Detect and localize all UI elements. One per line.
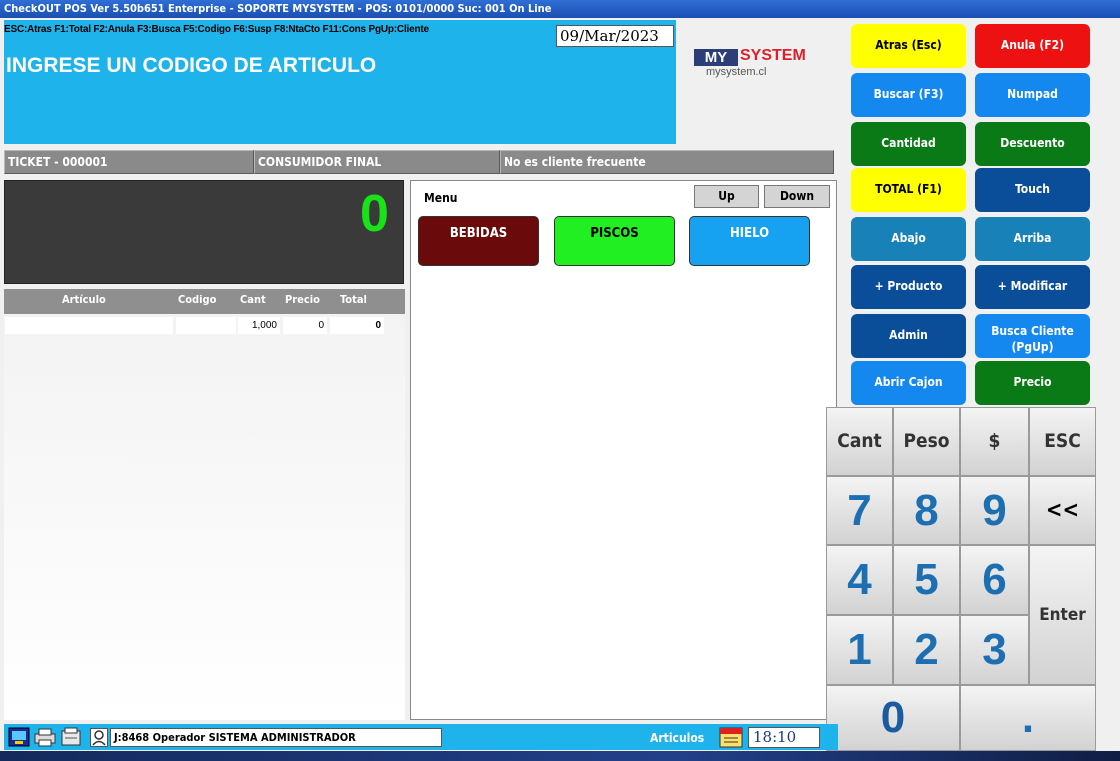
numpad-peso[interactable]: Peso: [893, 407, 960, 476]
items-grid[interactable]: [4, 314, 405, 720]
category-bebidas[interactable]: BEBIDAS: [418, 216, 539, 266]
numpad-cant[interactable]: Cant: [826, 407, 893, 476]
cell-total[interactable]: 0: [330, 317, 384, 334]
add-product-button[interactable]: + Producto: [851, 265, 966, 309]
col-total: Total: [340, 293, 367, 306]
numpad-1[interactable]: 1: [826, 615, 893, 685]
articulos-label: Articulos: [650, 731, 705, 745]
up-button[interactable]: Arriba: [975, 217, 1090, 261]
numpad-dollar[interactable]: $: [960, 407, 1029, 476]
cell-cant[interactable]: 1,000: [238, 317, 280, 334]
numpad-enter[interactable]: Enter: [1029, 545, 1096, 685]
menu-label: Menu: [424, 191, 458, 205]
numpad-2[interactable]: 2: [893, 615, 960, 685]
admin-button[interactable]: Admin: [851, 314, 966, 358]
printer-icon[interactable]: [33, 727, 57, 747]
logo-url: mysystem.cl: [706, 66, 767, 78]
touch-button[interactable]: Touch: [975, 168, 1090, 212]
logo-area: [676, 20, 838, 144]
discount-button[interactable]: Descuento: [975, 122, 1090, 166]
logo-my: MY: [694, 49, 738, 66]
shortcut-help: ESC:Atras F1:Total F2:Anula F3:Busca F5:…: [4, 24, 429, 35]
col-articulo: Artículo: [62, 293, 106, 306]
col-cant: Cant: [240, 293, 266, 306]
open-drawer-button[interactable]: Abrir Cajon: [851, 361, 966, 405]
numpad-3[interactable]: 3: [960, 615, 1029, 685]
cell-precio[interactable]: 0: [283, 317, 327, 334]
input-prompt: INGRESE UN CODIGO DE ARTICULO: [6, 54, 377, 77]
back-button[interactable]: Atras (Esc): [851, 24, 966, 68]
menu-down-button[interactable]: Down: [764, 185, 830, 208]
date-display: 09/Mar/2023: [556, 25, 674, 47]
customer-name: CONSUMIDOR FINAL: [254, 150, 500, 174]
user-icon: [90, 728, 108, 747]
col-codigo: Codigo: [178, 293, 217, 306]
menu-up-button[interactable]: Up: [694, 185, 759, 208]
cell-codigo[interactable]: [176, 317, 236, 334]
numpad-5[interactable]: 5: [893, 545, 960, 615]
logo-system: SYSTEM: [740, 47, 806, 64]
numpad-0[interactable]: 0: [826, 685, 960, 751]
void-button[interactable]: Anula (F2): [975, 24, 1090, 68]
frequent-status: No es cliente frecuente: [500, 150, 834, 174]
add-modifier-button[interactable]: + Modificar: [975, 265, 1090, 309]
total-display: [4, 180, 404, 284]
search-button[interactable]: Buscar (F3): [851, 73, 966, 117]
network-icon[interactable]: [8, 727, 30, 747]
category-piscos[interactable]: PISCOS: [554, 216, 675, 266]
numpad-9[interactable]: 9: [960, 476, 1029, 545]
total-value: 0: [360, 185, 389, 243]
search-customer-button[interactable]: Busca Cliente (PgUp): [975, 314, 1090, 358]
numpad-esc[interactable]: ESC: [1029, 407, 1096, 476]
numpad-button[interactable]: Numpad: [975, 73, 1090, 117]
numpad-6[interactable]: 6: [960, 545, 1029, 615]
numpad-dot[interactable]: .: [960, 685, 1096, 751]
clock-display: 18:10: [748, 727, 820, 748]
category-hielo[interactable]: HIELO: [689, 216, 810, 266]
total-button[interactable]: TOTAL (F1): [851, 168, 966, 212]
ticket-number: TICKET - 000001: [4, 150, 254, 174]
cell-articulo[interactable]: [5, 317, 173, 334]
receipt-printer-icon[interactable]: [60, 727, 82, 747]
col-precio: Precio: [285, 293, 320, 306]
calendar-icon: [718, 726, 744, 748]
window-title: CheckOUT POS Ver 5.50b651 Enterprise - S…: [0, 0, 1120, 18]
operator-info: J:8468 Operador SISTEMA ADMINISTRADOR: [110, 728, 442, 747]
numpad-7[interactable]: 7: [826, 476, 893, 545]
quantity-button[interactable]: Cantidad: [851, 122, 966, 166]
numpad-8[interactable]: 8: [893, 476, 960, 545]
numpad-4[interactable]: 4: [826, 545, 893, 615]
taskbar-strip: [0, 751, 1120, 761]
down-button[interactable]: Abajo: [851, 217, 966, 261]
price-button[interactable]: Precio: [975, 361, 1090, 405]
numpad-backspace[interactable]: <<: [1029, 476, 1096, 545]
